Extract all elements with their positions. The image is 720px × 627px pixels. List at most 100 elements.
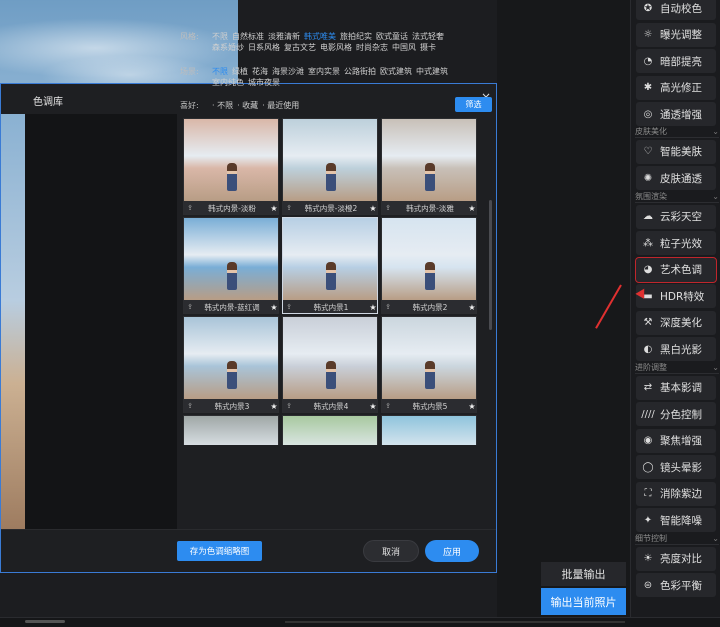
scene-option[interactable]: 海景沙滩 [272, 66, 304, 77]
star-icon[interactable]: ★ [466, 204, 476, 213]
star-icon[interactable]: ★ [367, 402, 377, 411]
scene-option[interactable]: 室内纯色 [212, 77, 244, 88]
style-option[interactable]: 欧式童话 [376, 31, 408, 42]
preset-thumbnail[interactable]: ⇪ 韩式内景3 ★ [183, 316, 279, 413]
tool-auto-color[interactable]: ✪ 自动校色 [636, 0, 716, 20]
upload-icon[interactable]: ⇪ [184, 204, 196, 212]
preset-preview-image [283, 416, 377, 445]
star-icon[interactable]: ★ [367, 204, 377, 213]
tool-split-tone[interactable]: //// 分色控制 [636, 402, 716, 426]
tool-particle[interactable]: ⁂ 粒子光效 [636, 231, 716, 255]
preset-name: 韩式内景5 [412, 401, 448, 411]
scene-option[interactable]: 不限 [212, 66, 228, 77]
preset-thumbnail[interactable]: ⇪★ [381, 415, 477, 445]
tool-label: 通透增强 [660, 108, 702, 121]
preset-thumbnail[interactable]: ⇪ 韩式内景-淡粉 ★ [183, 118, 279, 215]
tool-denoise[interactable]: ✦ 智能降噪 [636, 508, 716, 532]
preset-thumbnail[interactable]: ⇪★ [183, 415, 279, 445]
tool-balance[interactable]: ⊜ 色彩平衡 [636, 573, 716, 597]
star-icon[interactable]: ★ [466, 402, 476, 411]
upload-icon[interactable]: ⇪ [184, 402, 196, 410]
preset-thumbnail[interactable]: ⇪ 韩式内景1 ★ [282, 217, 378, 314]
preset-caption: ⇪ 韩式内景4 ★ [283, 399, 377, 412]
tool-cloud[interactable]: ☁ 云彩天空 [636, 204, 716, 229]
denoise-icon: ✦ [643, 514, 653, 526]
tool-bw[interactable]: ◐ 黑白光影 [636, 337, 716, 361]
upload-icon[interactable]: ⇪ [184, 303, 196, 311]
section-header[interactable]: 进阶调整 ⌄ [635, 362, 719, 374]
section-header[interactable]: 皮肤美化 ⌄ [635, 126, 719, 138]
upload-icon[interactable]: ⇪ [382, 204, 394, 212]
style-option[interactable]: 复古文艺 [284, 42, 316, 53]
upload-icon[interactable]: ⇪ [283, 402, 295, 410]
tool-focus[interactable]: ◉ 聚焦增强 [636, 428, 716, 453]
upload-icon[interactable]: ⇪ [283, 303, 295, 311]
save-as-thumbnail-button[interactable]: 存为色调缩略图 [177, 541, 262, 561]
style-option[interactable]: 韩式唯美 [304, 31, 336, 42]
style-option[interactable]: 日系风格 [248, 42, 280, 53]
section-header[interactable]: 细节控制 ⌄ [635, 533, 719, 545]
scene-option[interactable]: 中式建筑 [416, 66, 448, 77]
scene-option[interactable]: 绿植 [232, 66, 248, 77]
style-option[interactable]: 电影风格 [320, 42, 352, 53]
cancel-button[interactable]: 取消 [363, 540, 419, 562]
horizontal-scroll-thumb[interactable] [25, 620, 65, 623]
like-option[interactable]: · 收藏 [237, 100, 258, 111]
preset-thumbnail[interactable]: ⇪ 韩式内景4 ★ [282, 316, 378, 413]
preset-thumbnail[interactable]: ⇪ 韩式内景2 ★ [381, 217, 477, 314]
style-option[interactable]: 中国风 [392, 42, 416, 53]
style-option[interactable]: 不限 [212, 31, 228, 42]
scene-option[interactable]: 欧式建筑 [380, 66, 412, 77]
tool-skin[interactable]: ✺ 皮肤通透 [636, 166, 716, 190]
upload-icon[interactable]: ⇪ [382, 402, 394, 410]
scene-option[interactable]: 花海 [252, 66, 268, 77]
tool-contrast[interactable]: ☀ 亮度对比 [636, 546, 716, 571]
output-current-photo-button[interactable]: 输出当前照片 [541, 588, 626, 615]
tool-palette[interactable]: ◕ 艺术色调 [635, 256, 717, 283]
preset-thumbnail[interactable]: ⇪ 韩式内景5 ★ [381, 316, 477, 413]
particle-icon: ⁂ [643, 237, 653, 249]
tool-shield[interactable]: ♡ 智能美肤 [636, 139, 716, 164]
style-option[interactable]: 淡雅清新 [268, 31, 300, 42]
tool-shadow[interactable]: ◔ 暗部提亮 [636, 49, 716, 73]
star-icon[interactable]: ★ [268, 204, 278, 213]
style-option[interactable]: 时尚杂志 [356, 42, 388, 53]
tool-vignette[interactable]: ◯ 镜头晕影 [636, 455, 716, 479]
tool-highlight[interactable]: ✱ 高光修正 [636, 75, 716, 100]
style-option[interactable]: 旅拍纪实 [340, 31, 372, 42]
style-option[interactable]: 自然标准 [232, 31, 264, 42]
upload-icon[interactable]: ⇪ [382, 303, 394, 311]
filter-button[interactable]: 筛选 [455, 97, 492, 112]
tool-sliders[interactable]: ⇄ 基本影调 [636, 375, 716, 400]
preset-thumbnail[interactable]: ⇪ 韩式内景-淡橙2 ★ [282, 118, 378, 215]
apply-button[interactable]: 应用 [425, 540, 479, 562]
star-icon[interactable]: ★ [466, 303, 476, 312]
scene-option[interactable]: 公路街拍 [344, 66, 376, 77]
person-figure [326, 163, 336, 191]
upload-icon[interactable]: ⇪ [283, 204, 295, 212]
preset-thumbnail[interactable]: ⇪ 韩式内景-蓝红调 ★ [183, 217, 279, 314]
magic-wand-icon: ⚒ [643, 317, 653, 328]
section-header[interactable]: 氛围渲染 ⌄ [635, 191, 719, 203]
tool-sun[interactable]: ☼ 曝光调整 [636, 22, 716, 47]
preset-thumbnail[interactable]: ⇪★ [282, 415, 378, 445]
tool-clarity[interactable]: ◎ 通透增强 [636, 102, 716, 126]
star-icon[interactable]: ★ [268, 303, 278, 312]
section-title: 进阶调整 [635, 362, 667, 372]
style-option[interactable]: 森系婚纱 [212, 42, 244, 53]
like-option[interactable]: · 最近使用 [262, 100, 299, 111]
scene-option[interactable]: 城市夜景 [248, 77, 280, 88]
grid-scrollbar[interactable] [489, 200, 492, 330]
like-option[interactable]: · 不限 [212, 100, 233, 111]
preset-thumbnail[interactable]: ⇪ 韩式内景-淡雅 ★ [381, 118, 477, 215]
star-icon[interactable]: ★ [367, 303, 377, 312]
batch-output-button[interactable]: 批量输出 [541, 562, 626, 586]
tool-hdr[interactable]: ▬ HDR特效 [636, 284, 716, 308]
preset-preview-image [184, 416, 278, 445]
star-icon[interactable]: ★ [268, 402, 278, 411]
style-option[interactable]: 摄卡 [420, 42, 436, 53]
tool-magic-wand[interactable]: ⚒ 深度美化 [636, 310, 716, 335]
scene-option[interactable]: 室内实景 [308, 66, 340, 77]
style-option[interactable]: 法式轻奢 [412, 31, 444, 42]
tool-fringe[interactable]: ⛶ 消除紫边 [636, 481, 716, 506]
